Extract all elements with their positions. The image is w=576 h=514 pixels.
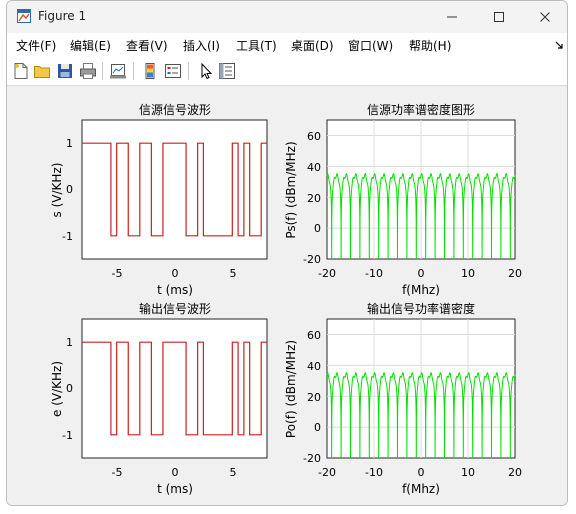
x-tick-label: -5 [112,267,123,280]
y-axis-label: e (V/KHz) [50,361,64,417]
y-tick-label: -20 [303,253,321,266]
title-bar: Figure 1 [7,1,567,33]
y-tick-label: -1 [62,429,73,442]
menu-edit[interactable]: 编辑(E) [70,37,111,54]
open-file-icon[interactable] [33,62,51,80]
y-tick-label: 20 [307,391,321,404]
toolbar-separator [102,62,103,80]
x-tick-label: 0 [418,267,425,280]
toolbar [7,57,567,86]
y-axis-label: Ps(f) (dBm/MHz) [284,141,298,238]
x-tick-label: 10 [461,267,475,280]
x-tick-label: 10 [461,466,475,479]
y-tick-label: 1 [66,137,73,150]
y-tick-label: -1 [62,230,73,243]
arrow-icon[interactable] [555,40,565,50]
menu-window[interactable]: 窗口(W) [348,37,393,54]
x-axis-label: t (ms) [157,482,193,496]
maximize-icon [494,12,504,22]
subplot-output-waveform: 输出信号波形 1 0 -1 -5 0 5 t (ms) e (V/KHz) [50,301,268,496]
toolbar-separator [133,62,134,80]
x-tick-label: 5 [230,267,237,280]
menu-file[interactable]: 文件(F) [16,37,56,54]
x-tick-label: 5 [230,466,237,479]
menu-bar: 文件(F) 编辑(E) 查看(V) 插入(I) 工具(T) 桌面(D) 窗口(W… [7,33,567,57]
x-tick-label: -20 [318,466,336,479]
link-plot-icon[interactable] [109,62,127,80]
minimize-button[interactable] [429,1,475,33]
x-tick-label: 20 [508,267,522,280]
x-axis-label: t (ms) [157,283,193,297]
y-tick-label: 0 [66,382,73,395]
x-tick-label: 20 [508,466,522,479]
x-tick-label: 0 [418,466,425,479]
y-tick-label: 60 [307,130,321,143]
property-inspector-icon[interactable] [218,62,236,80]
x-tick-label: 0 [172,466,179,479]
figure-window: Figure 1 文件(F) 编辑(E) 查看(V) 插入(I) 工具(T) 桌… [6,0,568,506]
menu-view[interactable]: 查看(V) [126,37,168,54]
subplot-output-psd: 输出信号功率谱密度 60 40 20 0 -20 -20 -10 0 10 20… [284,301,522,496]
plot-title: 信源功率谱密度图形 [367,102,475,117]
window-title: Figure 1 [38,9,87,23]
axes-box[interactable] [81,119,268,260]
y-tick-label: -20 [303,452,321,465]
x-tick-label: -20 [318,267,336,280]
maximize-button[interactable] [476,1,522,33]
y-tick-label: 40 [307,360,321,373]
y-tick-label: 0 [314,421,321,434]
plot-title: 输出信号功率谱密度 [367,301,475,316]
y-axis-label: Po(f) (dBm/MHz) [284,340,298,438]
close-icon [540,12,550,22]
subplot-source-waveform: 信源信号波形 1 0 -1 -5 0 5 t (ms) s (V/KHz) [50,103,268,297]
y-tick-label: 0 [66,183,73,196]
y-tick-label: 60 [307,329,321,342]
y-tick-label: 20 [307,192,321,205]
print-icon[interactable] [79,62,97,80]
insert-colorbar-icon[interactable] [141,62,159,80]
save-icon[interactable] [56,62,74,80]
menu-tools[interactable]: 工具(T) [236,37,277,54]
x-axis-label: f(Mhz) [402,283,440,297]
matlab-figure-icon [17,9,31,23]
x-tick-label: 0 [172,267,179,280]
y-axis-label: s (V/KHz) [50,163,64,218]
x-tick-label: -10 [365,267,383,280]
close-button[interactable] [522,1,567,33]
plot-title: 信源信号波形 [139,103,211,117]
axes-box[interactable] [81,318,268,459]
x-tick-label: -10 [365,466,383,479]
x-axis-label: f(Mhz) [402,482,440,496]
plot-title: 输出信号波形 [139,301,211,316]
minimize-icon [447,16,457,18]
subplot-source-psd: 信源功率谱密度图形 60 40 20 0 -20 -20 -10 0 10 20… [284,102,522,297]
new-figure-icon[interactable] [12,62,30,80]
insert-legend-icon[interactable] [164,62,182,80]
y-tick-label: 0 [314,222,321,235]
menu-desktop[interactable]: 桌面(D) [291,37,334,54]
plots-area: 信源信号波形 1 0 -1 -5 0 5 t (ms) s (V/KHz) 信源… [50,102,522,496]
x-tick-label: -5 [112,466,123,479]
y-tick-label: 40 [307,161,321,174]
figure-canvas: 信源信号波形 1 0 -1 -5 0 5 t (ms) s (V/KHz) 信源… [7,86,567,505]
menu-insert[interactable]: 插入(I) [183,37,220,54]
menu-help[interactable]: 帮助(H) [409,37,451,54]
edit-plot-icon[interactable] [197,62,215,80]
y-tick-label: 1 [66,336,73,349]
toolbar-separator [188,62,189,80]
